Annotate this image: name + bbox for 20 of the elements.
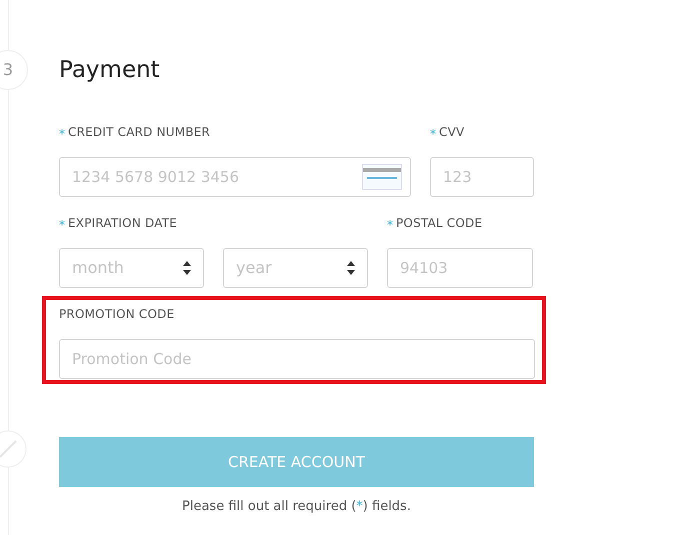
sort-arrows-icon <box>347 261 355 275</box>
field-label: POSTAL CODE <box>396 215 482 232</box>
field-label: EXPIRATION DATE <box>68 215 178 232</box>
sort-arrows-icon <box>183 261 191 275</box>
step-number: 3 <box>0 50 28 90</box>
field-label: CREDIT CARD NUMBER <box>68 124 210 141</box>
field-label: PROMOTION CODE <box>59 306 174 323</box>
text-field[interactable]: 94103 <box>387 248 533 288</box>
page-title: Payment <box>59 56 161 85</box>
required-mark: * <box>59 128 65 140</box>
required-mark: * <box>387 219 393 231</box>
required-fields-note: Please fill out all required (*) fields. <box>181 498 412 516</box>
dropdown[interactable]: year <box>223 248 368 288</box>
text-field[interactable]: Promotion Code <box>59 339 535 379</box>
text-field[interactable]: 123 <box>430 157 534 197</box>
text-field[interactable]: 1234 5678 9012 3456 <box>59 157 411 197</box>
required-mark: * <box>430 128 436 140</box>
field-label: CVV <box>439 124 464 141</box>
dropdown[interactable]: month <box>59 248 204 288</box>
required-mark: * <box>59 219 65 231</box>
